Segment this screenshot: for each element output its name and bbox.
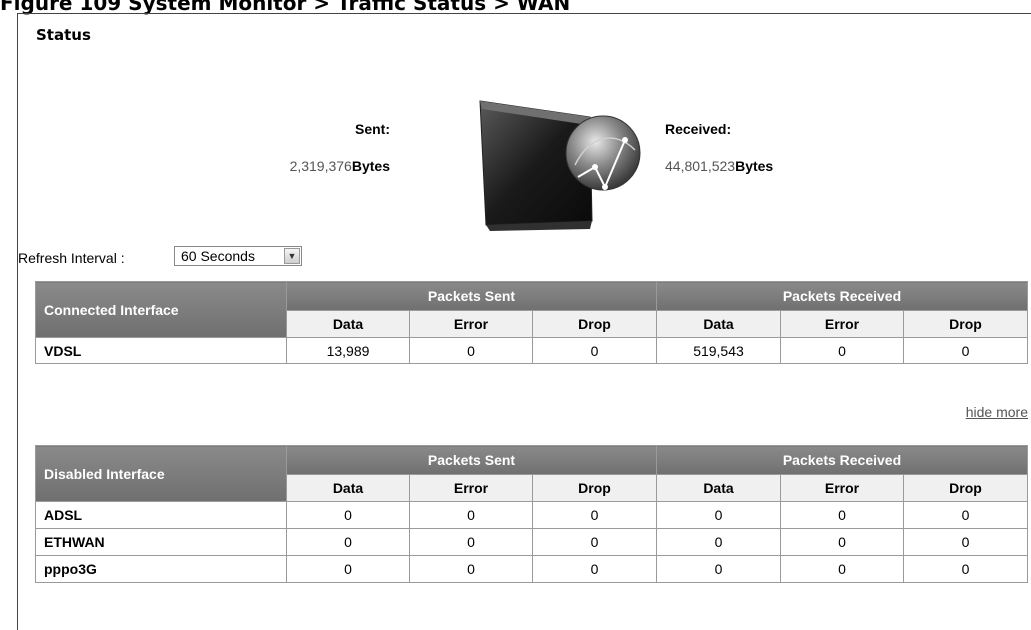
interface-name: ADSL bbox=[35, 501, 287, 529]
table-cell: 0 bbox=[902, 555, 1029, 583]
interface-name: ETHWAN bbox=[35, 528, 287, 556]
table-cell: 0 bbox=[286, 528, 410, 556]
table-cell: 0 bbox=[780, 528, 904, 556]
table-cell: 0 bbox=[409, 337, 533, 364]
table-cell: 0 bbox=[409, 555, 533, 583]
table-cell: 0 bbox=[409, 501, 533, 529]
refresh-interval-select[interactable]: 60 Seconds ▼ bbox=[174, 246, 302, 266]
packets-sent-header: Packets Sent bbox=[286, 281, 657, 311]
table-row: VDSL 13,989 0 0 519,543 0 0 bbox=[35, 337, 1029, 364]
column-header: Error bbox=[780, 310, 904, 338]
table-cell: 13,989 bbox=[286, 337, 410, 364]
table-cell: 0 bbox=[286, 555, 410, 583]
received-bytes-number: 44,801,523 bbox=[665, 158, 736, 174]
table-cell: 0 bbox=[532, 555, 657, 583]
connected-interface-header: Connected Interface bbox=[35, 281, 287, 338]
hide-more-link[interactable]: hide more bbox=[966, 404, 1028, 420]
column-header: Drop bbox=[532, 310, 657, 338]
table-cell: 0 bbox=[902, 528, 1029, 556]
refresh-interval-label: Refresh Interval : bbox=[18, 250, 125, 266]
table-cell: 0 bbox=[532, 501, 657, 529]
table-cell: 0 bbox=[409, 528, 533, 556]
column-header: Data bbox=[286, 310, 410, 338]
received-label: Received: bbox=[665, 121, 732, 137]
table-cell: 0 bbox=[286, 501, 410, 529]
disabled-interface-header: Disabled Interface bbox=[35, 445, 287, 502]
table-cell: 0 bbox=[780, 555, 904, 583]
packets-received-header: Packets Received bbox=[655, 445, 1029, 475]
disabled-interface-table: Disabled Interface Packets Sent Packets … bbox=[35, 445, 1029, 583]
interface-name: VDSL bbox=[35, 337, 287, 364]
table-cell: 0 bbox=[656, 528, 781, 556]
table-cell: 0 bbox=[902, 501, 1029, 529]
column-header: Drop bbox=[532, 474, 657, 502]
sent-label: Sent: bbox=[355, 121, 390, 137]
sent-value: 2,319,376Bytes bbox=[250, 158, 390, 174]
status-title: Status bbox=[36, 26, 91, 44]
table-cell: 0 bbox=[532, 337, 657, 364]
table-cell: 0 bbox=[656, 555, 781, 583]
table-row: pppo3G 0 0 0 0 0 0 bbox=[35, 555, 1029, 583]
interface-name: pppo3G bbox=[35, 555, 287, 583]
column-header: Error bbox=[409, 310, 533, 338]
packets-sent-header: Packets Sent bbox=[286, 445, 657, 475]
column-header: Error bbox=[409, 474, 533, 502]
table-cell: 0 bbox=[780, 501, 904, 529]
table-cell: 0 bbox=[532, 528, 657, 556]
received-value: 44,801,523Bytes bbox=[665, 158, 773, 174]
table-cell: 519,543 bbox=[656, 337, 781, 364]
column-header: Error bbox=[780, 474, 904, 502]
packets-received-header: Packets Received bbox=[655, 281, 1029, 311]
received-bytes-unit: Bytes bbox=[735, 158, 774, 174]
column-header: Data bbox=[656, 310, 781, 338]
refresh-interval-value: 60 Seconds bbox=[181, 248, 255, 264]
table-cell: 0 bbox=[902, 337, 1029, 364]
chevron-down-icon[interactable]: ▼ bbox=[284, 248, 300, 264]
router-globe-icon bbox=[479, 100, 641, 231]
connected-interface-table: Connected Interface Packets Sent Packets… bbox=[35, 281, 1029, 364]
column-header: Data bbox=[656, 474, 781, 502]
sent-bytes-unit: Bytes bbox=[351, 158, 390, 174]
table-cell: 0 bbox=[656, 501, 781, 529]
table-row: ETHWAN 0 0 0 0 0 0 bbox=[35, 528, 1029, 556]
table-cell: 0 bbox=[780, 337, 904, 364]
table-row: ADSL 0 0 0 0 0 0 bbox=[35, 501, 1029, 529]
column-header: Drop bbox=[902, 474, 1029, 502]
sent-bytes-number: 2,319,376 bbox=[289, 158, 352, 174]
column-header: Data bbox=[286, 474, 410, 502]
column-header: Drop bbox=[902, 310, 1029, 338]
